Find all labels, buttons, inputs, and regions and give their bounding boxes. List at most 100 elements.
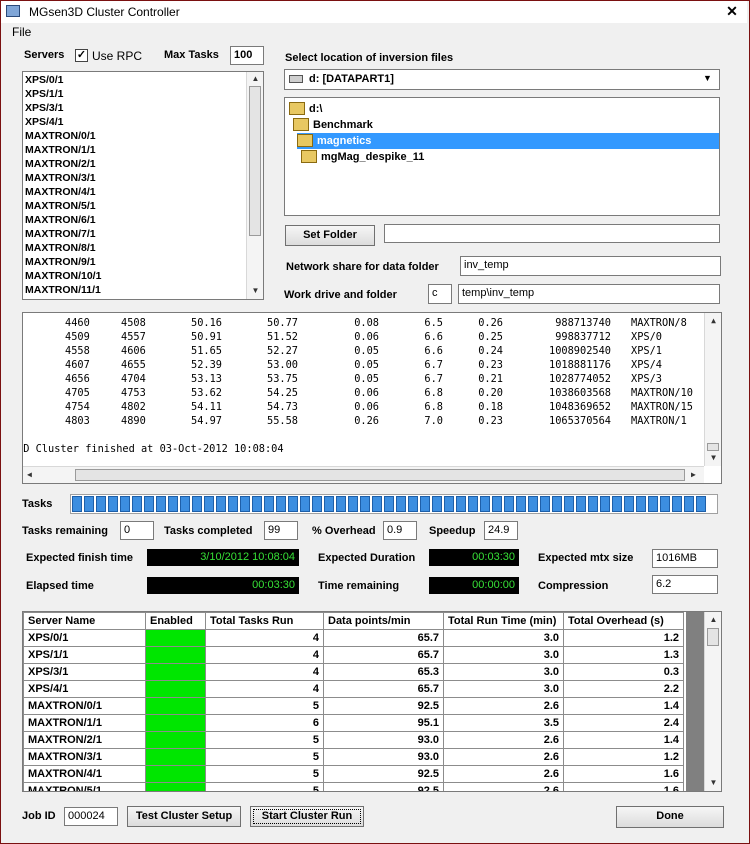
column-header[interactable]: Total Tasks Run bbox=[205, 612, 324, 630]
server-list-item[interactable]: MAXTRON/11/1 bbox=[24, 283, 246, 297]
table-cell: 1.2 bbox=[563, 748, 684, 766]
server-list-item[interactable]: MAXTRON/3/1 bbox=[24, 171, 246, 185]
tree-item[interactable]: Benchmark bbox=[293, 117, 373, 133]
server-list-item[interactable]: XPS/4/1 bbox=[24, 115, 246, 129]
column-header[interactable]: Total Overhead (s) bbox=[563, 612, 684, 630]
progress-segment bbox=[120, 496, 130, 512]
scroll-down-icon[interactable]: ▼ bbox=[247, 286, 263, 295]
table-row[interactable]: MAXTRON/3/1 5 93.0 2.6 1.2 bbox=[23, 748, 684, 766]
close-icon[interactable]: ✕ bbox=[722, 3, 742, 19]
table-row[interactable]: XPS/3/1 4 65.3 3.0 0.3 bbox=[23, 663, 684, 681]
log-cell: 1008902540 bbox=[549, 345, 611, 357]
set-folder-button[interactable]: Set Folder bbox=[285, 225, 375, 246]
log-cell: 50.16 bbox=[191, 317, 222, 329]
table-row[interactable]: XPS/0/1 4 65.7 3.0 1.2 bbox=[23, 629, 684, 647]
column-header[interactable]: Enabled bbox=[145, 612, 206, 630]
log-hscrollbar[interactable]: ◀ ▶ bbox=[23, 466, 704, 483]
scroll-thumb[interactable] bbox=[75, 469, 685, 481]
scroll-up-icon[interactable]: ▲ bbox=[705, 316, 721, 325]
server-list-item[interactable]: MAXTRON/0/1 bbox=[24, 129, 246, 143]
column-header[interactable]: Data points/min bbox=[323, 612, 444, 630]
scroll-left-icon[interactable]: ◀ bbox=[27, 470, 32, 479]
folder-path-input[interactable] bbox=[384, 224, 720, 243]
done-button[interactable]: Done bbox=[616, 806, 724, 828]
scroll-up-icon[interactable]: ▲ bbox=[247, 74, 263, 83]
test-cluster-setup-button[interactable]: Test Cluster Setup bbox=[127, 806, 241, 827]
scroll-down-icon[interactable]: ▼ bbox=[705, 453, 721, 462]
servers-listbox[interactable]: XPS/0/1 XPS/1/1 XPS/3/1 XPS/4/1 MAXTRON/0/1 M… bbox=[22, 71, 264, 300]
server-list-item[interactable]: MAXTRON/10/1 bbox=[24, 269, 246, 283]
network-share-input[interactable]: inv_temp bbox=[460, 256, 721, 276]
server-list-item[interactable]: XPS/1/1 bbox=[24, 87, 246, 101]
scroll-thumb[interactable] bbox=[707, 443, 719, 451]
log-line: 964656470453.1353.750.056.70.21102877405… bbox=[23, 373, 703, 387]
tree-item[interactable]: d:\ bbox=[289, 101, 322, 117]
log-cell: 4753 bbox=[121, 387, 146, 399]
scroll-thumb[interactable] bbox=[249, 86, 261, 236]
table-cell: 2.6 bbox=[443, 748, 564, 766]
table-row[interactable]: XPS/1/1 4 65.7 3.0 1.3 bbox=[23, 646, 684, 664]
progress-segment bbox=[204, 496, 214, 512]
server-list-item[interactable]: XPS/3/1 bbox=[24, 101, 246, 115]
log-cell: MAXTRON/8 bbox=[631, 317, 687, 329]
folder-tree[interactable]: d:\ Benchmark magnetics mgMag_despike_11 bbox=[284, 97, 720, 216]
job-id-input[interactable]: 000024 bbox=[64, 807, 118, 826]
menu-file[interactable]: File bbox=[12, 25, 31, 39]
server-list-item[interactable]: MAXTRON/6/1 bbox=[24, 213, 246, 227]
column-header[interactable]: Total Run Time (min) bbox=[443, 612, 564, 630]
log-cell: 0.23 bbox=[478, 415, 503, 427]
log-cell: 54.11 bbox=[191, 401, 222, 413]
scroll-up-icon[interactable]: ▲ bbox=[705, 615, 721, 624]
log-cell: 4802 bbox=[121, 401, 146, 413]
chevron-down-icon[interactable]: ▼ bbox=[703, 73, 712, 83]
progress-segment bbox=[300, 496, 310, 512]
table-row[interactable]: MAXTRON/4/1 5 92.5 2.6 1.6 bbox=[23, 765, 684, 783]
server-list-item[interactable]: MAXTRON/8/1 bbox=[24, 241, 246, 255]
progress-segment bbox=[684, 496, 694, 512]
server-list-item[interactable]: MAXTRON/4/1 bbox=[24, 185, 246, 199]
tree-item-selected[interactable]: magnetics bbox=[297, 133, 719, 149]
server-list-item[interactable]: MAXTRON/5/1 bbox=[24, 199, 246, 213]
table-cell: 4 bbox=[205, 680, 324, 698]
use-rpc-checkbox[interactable]: ✓ bbox=[75, 49, 88, 62]
start-cluster-run-button[interactable]: Start Cluster Run bbox=[250, 806, 364, 827]
progress-segment bbox=[528, 496, 538, 512]
enabled-indicator bbox=[145, 731, 206, 749]
log-cell: MAXTRON/15 bbox=[631, 401, 693, 413]
table-scrollbar[interactable]: ▲ ▼ bbox=[704, 612, 721, 791]
table-row[interactable]: MAXTRON/0/1 5 92.5 2.6 1.4 bbox=[23, 697, 684, 715]
progress-segment bbox=[552, 496, 562, 512]
server-list-item[interactable]: MAXTRON/1/1 bbox=[24, 143, 246, 157]
scroll-down-icon[interactable]: ▼ bbox=[705, 778, 721, 787]
servers-table[interactable]: Server Name Enabled Total Tasks Run Data po… bbox=[22, 611, 722, 792]
scroll-right-icon[interactable]: ▶ bbox=[691, 470, 696, 479]
work-folder-input[interactable]: temp\inv_temp bbox=[458, 284, 720, 304]
server-list-item[interactable]: XPS/0/1 bbox=[24, 73, 246, 87]
log-output[interactable]: 924460450850.1650.770.086.50.26988713740… bbox=[22, 312, 722, 484]
table-row[interactable]: MAXTRON/2/1 5 93.0 2.6 1.4 bbox=[23, 731, 684, 749]
server-list-item[interactable]: MAXTRON/2/1 bbox=[24, 157, 246, 171]
table-row[interactable]: XPS/4/1 4 65.7 3.0 2.2 bbox=[23, 680, 684, 698]
tree-item[interactable]: mgMag_despike_11 bbox=[301, 149, 424, 165]
servers-scrollbar[interactable]: ▲ ▼ bbox=[246, 72, 263, 299]
scroll-thumb[interactable] bbox=[707, 628, 719, 646]
table-cell: 1.2 bbox=[563, 629, 684, 647]
progress-segment bbox=[216, 496, 226, 512]
max-tasks-input[interactable]: 100 bbox=[230, 46, 264, 65]
table-cell: 4 bbox=[205, 629, 324, 647]
log-line: 934509455750.9151.520.066.60.25998837712… bbox=[23, 331, 703, 345]
overhead-label: % Overhead bbox=[312, 525, 376, 537]
table-row[interactable]: MAXTRON/5/1 5 92.5 2.6 1.6 bbox=[23, 782, 684, 791]
server-list-item[interactable]: MAXTRON/7/1 bbox=[24, 227, 246, 241]
log-cell: 4509 bbox=[65, 331, 90, 343]
table-cell: 65.7 bbox=[323, 629, 444, 647]
drive-combobox[interactable]: d: [DATAPART1] ▼ bbox=[284, 69, 720, 90]
log-vscrollbar[interactable]: ▲ ▼ bbox=[704, 313, 721, 466]
enabled-indicator bbox=[145, 765, 206, 783]
table-row[interactable]: MAXTRON/1/1 6 95.1 3.5 2.4 bbox=[23, 714, 684, 732]
server-list-item[interactable]: MAXTRON/9/1 bbox=[24, 255, 246, 269]
server-name-cell: MAXTRON/1/1 bbox=[23, 714, 146, 732]
log-cell: 0.05 bbox=[354, 373, 379, 385]
work-drive-input[interactable]: c bbox=[428, 284, 452, 304]
column-header[interactable]: Server Name bbox=[23, 612, 146, 630]
